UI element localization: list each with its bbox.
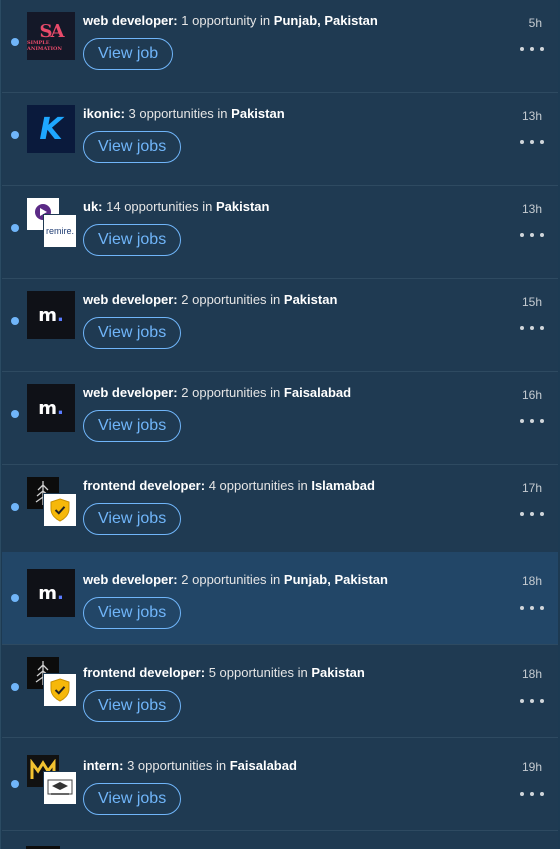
notification-list: SA SIMPLE ANIMATION web developer: 1 opp… (0, 0, 560, 849)
view-jobs-button[interactable]: View jobs (83, 503, 182, 535)
unread-dot (11, 410, 19, 418)
notification-text[interactable]: intern: 3 opportunities in Faisalabad (83, 758, 297, 773)
unread-dot (11, 38, 19, 46)
timestamp: 19h (521, 760, 542, 774)
unread-dot (11, 780, 19, 788)
shield-check-icon (43, 673, 77, 707)
unread-dot (11, 224, 19, 232)
notification-item[interactable]: intern: 3 opportunities in Faisalabad 19… (2, 738, 558, 831)
notification-item-partial (2, 832, 558, 849)
more-options-icon[interactable] (520, 137, 544, 147)
unread-dot (11, 131, 19, 139)
company-logo[interactable]: m. (27, 291, 77, 341)
company-logo[interactable]: K (27, 105, 77, 155)
timestamp: 13h (521, 109, 542, 123)
timestamp: 5h (528, 16, 542, 30)
more-options-icon[interactable] (520, 230, 544, 240)
notification-text[interactable]: web developer: 2 opportunities in Faisal… (83, 385, 351, 400)
notification-item[interactable]: frontend developer: 4 opportunities in I… (2, 465, 558, 558)
timestamp: 17h (521, 481, 542, 495)
company-logo[interactable]: remire. (27, 198, 77, 248)
company-logo-image: m. (27, 384, 75, 432)
notification-item[interactable]: m. web developer: 2 opportunities in Fai… (2, 372, 558, 465)
more-options-icon[interactable] (520, 416, 544, 426)
notification-item[interactable]: SA SIMPLE ANIMATION web developer: 1 opp… (2, 0, 558, 93)
more-options-icon[interactable] (520, 44, 544, 54)
company-logo-image: m. (27, 569, 75, 617)
view-jobs-button[interactable]: View jobs (83, 410, 182, 442)
timestamp: 15h (521, 295, 542, 309)
notification-item[interactable]: m. web developer: 2 opportunities in Pun… (2, 552, 558, 645)
timestamp: 13h (521, 202, 542, 216)
unread-dot (11, 317, 19, 325)
more-options-icon[interactable] (520, 603, 544, 613)
company-logo-image: SA SIMPLE ANIMATION (27, 12, 75, 60)
unread-dot (11, 503, 19, 511)
notification-text[interactable]: web developer: 1 opportunity in Punjab, … (83, 13, 378, 28)
company-logo-image: m. (27, 291, 75, 339)
graduation-cap-icon (43, 771, 77, 805)
view-jobs-button[interactable]: View jobs (83, 317, 182, 349)
company-logo-image: K (27, 105, 75, 153)
company-logo[interactable]: m. (27, 384, 77, 434)
notification-item[interactable]: K ikonic: 3 opportunities in Pakistan 13… (2, 93, 558, 186)
notification-text[interactable]: frontend developer: 5 opportunities in P… (83, 665, 365, 680)
view-jobs-button[interactable]: View jobs (83, 597, 182, 629)
view-jobs-button[interactable]: View jobs (83, 783, 182, 815)
company-logo[interactable] (27, 477, 77, 527)
company-logo-badge: remire. (43, 214, 77, 248)
notification-item[interactable]: remire. uk: 14 opportunities in Pakistan… (2, 186, 558, 279)
notification-text[interactable]: frontend developer: 4 opportunities in I… (83, 478, 375, 493)
notification-text[interactable]: web developer: 2 opportunities in Punjab… (83, 572, 388, 587)
timestamp: 18h (521, 574, 542, 588)
more-options-icon[interactable] (520, 509, 544, 519)
more-options-icon[interactable] (520, 323, 544, 333)
company-logo[interactable] (27, 755, 77, 805)
timestamp: 18h (521, 667, 542, 681)
view-job-button[interactable]: View job (83, 38, 174, 70)
view-jobs-button[interactable]: View jobs (83, 131, 182, 163)
notification-item[interactable]: m. web developer: 2 opportunities in Pak… (2, 279, 558, 372)
view-jobs-button[interactable]: View jobs (83, 224, 182, 256)
unread-dot (11, 594, 19, 602)
notification-item[interactable]: frontend developer: 5 opportunities in P… (2, 645, 558, 738)
notification-text[interactable]: web developer: 2 opportunities in Pakist… (83, 292, 337, 307)
view-jobs-button[interactable]: View jobs (83, 690, 182, 722)
timestamp: 16h (521, 388, 542, 402)
notification-text[interactable]: uk: 14 opportunities in Pakistan (83, 199, 269, 214)
company-logo[interactable] (27, 657, 77, 707)
company-logo[interactable]: m. (27, 569, 77, 619)
unread-dot (11, 683, 19, 691)
more-options-icon[interactable] (520, 696, 544, 706)
shield-check-icon (43, 493, 77, 527)
more-options-icon[interactable] (520, 789, 544, 799)
company-logo[interactable]: SA SIMPLE ANIMATION (27, 12, 77, 62)
notification-text[interactable]: ikonic: 3 opportunities in Pakistan (83, 106, 285, 121)
